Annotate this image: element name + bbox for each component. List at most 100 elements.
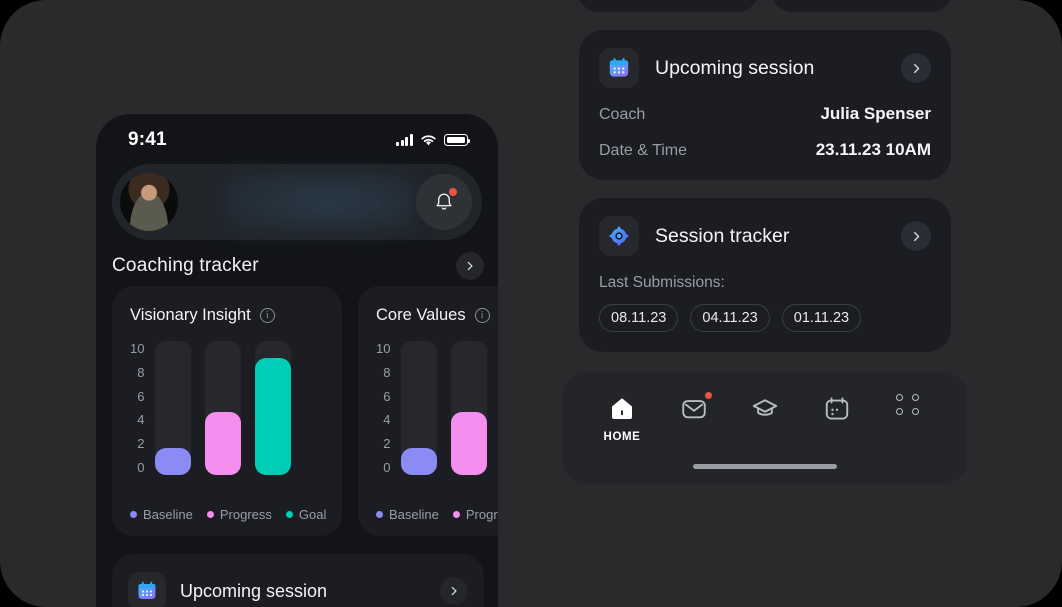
nav-badge (704, 392, 712, 399)
legend-swatch (376, 511, 383, 518)
legend-swatch (285, 511, 293, 518)
legend-item-baseline: Baseline (130, 507, 193, 522)
app-canvas: 9:41 Coaching tracker Visionary Insight … (0, 0, 1062, 607)
home-icon (612, 398, 632, 419)
card-title: Session tracker (655, 224, 790, 247)
graduation-cap-icon (752, 399, 778, 416)
chart-legend: Baseline Progress (376, 507, 498, 522)
status-time: 9:41 (128, 129, 167, 150)
legend-swatch (130, 511, 137, 518)
submissions-list: 08.11.23 04.11.23 01.11.23 (599, 304, 931, 332)
submissions-label: Last Submissions: (599, 274, 725, 291)
nav-item-more[interactable] (885, 394, 931, 415)
nav-item-learning[interactable] (742, 394, 788, 424)
cellular-signal-icon (395, 134, 413, 146)
nav-item-mail[interactable] (671, 392, 717, 424)
legend-label: Baseline (389, 507, 439, 522)
upcoming-session-chevron-button-left[interactable] (440, 577, 468, 605)
y-tick: 10 (376, 341, 391, 356)
page-title: Coaching tracker (112, 255, 259, 276)
nav-item-calendar[interactable] (814, 394, 860, 424)
bar-progress (451, 412, 488, 475)
detail-value: 23.11.23 10AM (815, 140, 931, 159)
notification-button[interactable] (416, 174, 472, 230)
chevron-right-icon (467, 261, 473, 271)
legend-label: Progress (219, 507, 272, 522)
y-tick: 8 (383, 364, 391, 380)
legend-label: Progress (465, 507, 498, 522)
grid-menu-icon (895, 394, 921, 415)
partial-card (771, 0, 953, 12)
coaching-tracker-header[interactable]: Coaching tracker (112, 252, 484, 280)
battery-full-icon (444, 134, 471, 146)
detail-row-date-time: Date & Time 23.11.23 10AM (599, 140, 931, 160)
chevron-right-icon (913, 231, 919, 241)
home-indicator (693, 464, 837, 469)
submission-chip[interactable]: 08.11.23 (599, 304, 679, 332)
status-icons (395, 134, 471, 147)
detail-value: Julia Spenser (820, 104, 931, 123)
bar-chart: 10 8 6 4 2 0 (376, 341, 498, 475)
y-tick: 0 (383, 459, 391, 475)
nav-item-label: HOME (603, 431, 641, 443)
bar-track (255, 341, 292, 475)
notification-badge (449, 188, 457, 196)
nav-item-home[interactable]: HOME (599, 394, 645, 443)
bar-chart: 10 8 6 4 2 0 (130, 341, 324, 475)
card-header: Upcoming session (128, 572, 468, 607)
y-tick: 6 (137, 388, 145, 404)
session-tracker-card[interactable]: Session tracker Last Submissions: 08.11.… (579, 198, 951, 352)
chart-card-core-values[interactable]: Core Values i 10 8 6 4 2 0 Baseline Prog… (358, 286, 498, 536)
upcoming-session-card-left[interactable]: Upcoming session (112, 554, 484, 607)
bar-goal (255, 358, 292, 475)
calendar-icon (128, 572, 166, 607)
y-tick: 8 (137, 364, 145, 380)
chart-legend: Baseline Progress Goal (130, 507, 326, 522)
submission-chip[interactable]: 04.11.23 (690, 304, 770, 332)
legend-swatch (452, 511, 460, 518)
coaching-tracker-chevron-button[interactable] (456, 252, 484, 280)
upcoming-session-chevron-button[interactable] (901, 53, 931, 83)
info-icon[interactable]: i (259, 308, 275, 323)
wifi-icon (421, 134, 436, 145)
y-tick: 0 (137, 459, 145, 475)
partial-cards-above (563, 0, 967, 12)
y-tick: 4 (383, 412, 391, 428)
y-tick: 6 (383, 388, 391, 404)
upcoming-session-card[interactable]: Upcoming session Coach Julia Spenser Dat… (579, 30, 951, 180)
info-icon[interactable]: i (474, 308, 490, 323)
legend-item-baseline: Baseline (376, 507, 439, 522)
bar-track (401, 341, 438, 475)
card-header: Session tracker (599, 216, 931, 256)
detail-row-coach: Coach Julia Spenser (599, 104, 931, 124)
bar-progress (205, 412, 242, 475)
detail-label: Date & Time (599, 142, 688, 159)
y-tick: 2 (137, 436, 145, 452)
card-title: Upcoming session (180, 580, 328, 601)
card-header: Upcoming session (599, 48, 931, 88)
chart-card-header: Core Values i (376, 306, 498, 325)
status-bar: 9:41 (96, 114, 498, 166)
bar-track (205, 341, 242, 475)
legend-item-goal: Goal (285, 507, 327, 522)
submission-chip[interactable]: 01.11.23 (781, 304, 862, 332)
legend-label: Baseline (143, 507, 193, 522)
target-icon (599, 216, 639, 256)
calendar-icon (825, 397, 848, 420)
y-axis-ticks: 10 8 6 4 2 0 (130, 341, 155, 475)
partial-card (577, 0, 759, 12)
chart-cards-row: Visionary Insight i 10 8 6 4 2 0 Baselin… (112, 286, 498, 536)
chevron-right-icon (451, 586, 457, 596)
bar-baseline (155, 448, 192, 475)
legend-label: Goal (298, 507, 327, 522)
bar-track (451, 341, 488, 475)
left-phone-screen: 9:41 Coaching tracker Visionary Insight … (96, 114, 498, 607)
session-tracker-chevron-button[interactable] (901, 221, 931, 251)
avatar[interactable] (120, 173, 178, 231)
chart-card-visionary-insight[interactable]: Visionary Insight i 10 8 6 4 2 0 Baselin… (112, 286, 342, 536)
calendar-icon (599, 48, 639, 88)
right-phone-screen: Upcoming session Coach Julia Spenser Dat… (563, 0, 967, 484)
blurred-banner (224, 172, 414, 232)
nav-items: HOME (563, 372, 967, 443)
chart-card-header: Visionary Insight i (130, 306, 324, 325)
